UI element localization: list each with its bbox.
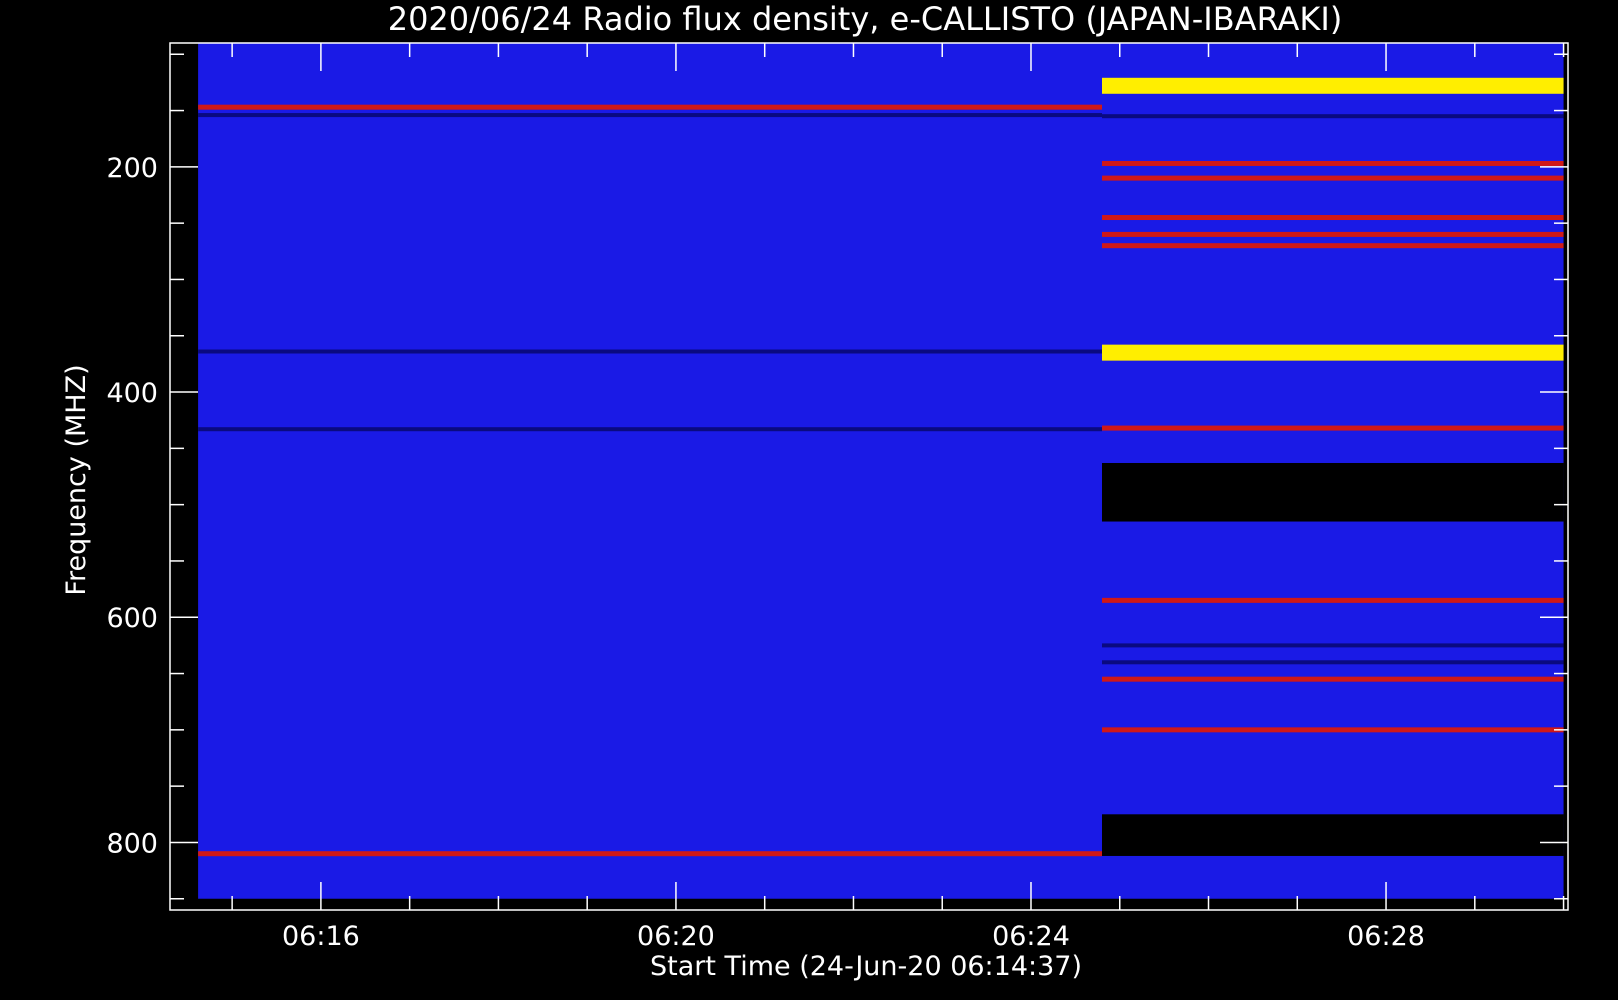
x-axis-label: Start Time (24-Jun-20 06:14:37) — [650, 951, 1082, 982]
band-dark — [1102, 114, 1564, 119]
band-mid — [198, 104, 1103, 110]
band-dark — [198, 349, 1103, 354]
band-high — [1102, 344, 1564, 361]
band-mid — [1102, 160, 1564, 166]
y-tick-label: 400 — [106, 378, 158, 409]
band-high — [1102, 77, 1564, 94]
band-mid — [1102, 215, 1564, 221]
band-mid — [1102, 425, 1564, 431]
band-mid — [1102, 727, 1564, 733]
band-dark — [1102, 660, 1564, 665]
band-mid — [198, 851, 1103, 857]
x-tick-label: 06:24 — [992, 921, 1070, 952]
y-axis-label: Frequency (MHZ) — [61, 364, 92, 595]
y-tick-label: 200 — [106, 153, 158, 184]
segment-early — [198, 43, 1103, 899]
band-mid — [1102, 676, 1564, 682]
band-dark — [1102, 643, 1564, 648]
data-gap — [1102, 814, 1564, 856]
spectrogram-chart: 2020/06/24 Radio flux density, e-CALLIST… — [61, 0, 1569, 982]
band-mid — [1102, 175, 1564, 181]
chart-title: 2020/06/24 Radio flux density, e-CALLIST… — [388, 0, 1343, 38]
band-dark — [198, 427, 1103, 432]
y-tick-label: 600 — [106, 603, 158, 634]
band-mid — [1102, 231, 1564, 237]
x-tick-label: 06:16 — [282, 921, 360, 952]
heatmap-layer — [198, 43, 1564, 899]
band-dark — [198, 113, 1103, 118]
y-tick-label: 800 — [106, 828, 158, 859]
x-tick-label: 06:20 — [637, 921, 715, 952]
x-tick-label: 06:28 — [1347, 921, 1425, 952]
band-mid — [1102, 597, 1564, 603]
data-gap — [1102, 462, 1564, 522]
band-mid — [1102, 243, 1564, 249]
